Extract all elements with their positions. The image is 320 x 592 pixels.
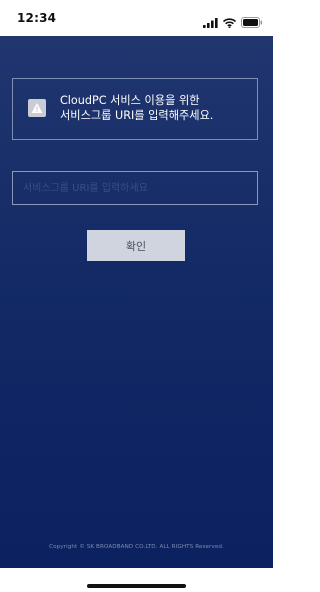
copyright-text: Copyright © SK BROADBAND CO.LTD. ALL RIG… xyxy=(49,544,224,550)
notice-text: CloudPC 서비스 이용을 위한 서비스그룹 URI를 입력해주세요. xyxy=(60,93,256,123)
notice-line-2: 서비스그룹 URI를 입력해주세요. xyxy=(60,109,214,122)
confirm-button[interactable]: 확인 xyxy=(87,230,185,261)
notice-box: CloudPC 서비스 이용을 위한 서비스그룹 URI를 입력해주세요. xyxy=(12,78,258,140)
status-icons xyxy=(203,13,263,32)
status-bar: 12:34 xyxy=(0,0,273,36)
battery-icon xyxy=(241,13,263,32)
wifi-icon xyxy=(222,13,237,32)
notice-line-1: CloudPC 서비스 이용을 위한 xyxy=(60,94,200,107)
app-screen: 12:34 CloudPC 서비스 이용을 위한 서비스그룹 URI를 입력해주… xyxy=(0,0,273,592)
home-indicator[interactable] xyxy=(87,584,186,588)
main-content: CloudPC 서비스 이용을 위한 서비스그룹 URI를 입력해주세요. 확인… xyxy=(0,36,273,568)
warning-icon xyxy=(28,99,46,117)
status-time: 12:34 xyxy=(17,11,57,25)
service-group-uri-input[interactable] xyxy=(12,171,258,205)
home-bar xyxy=(0,568,273,592)
signal-bars-icon xyxy=(203,13,218,32)
